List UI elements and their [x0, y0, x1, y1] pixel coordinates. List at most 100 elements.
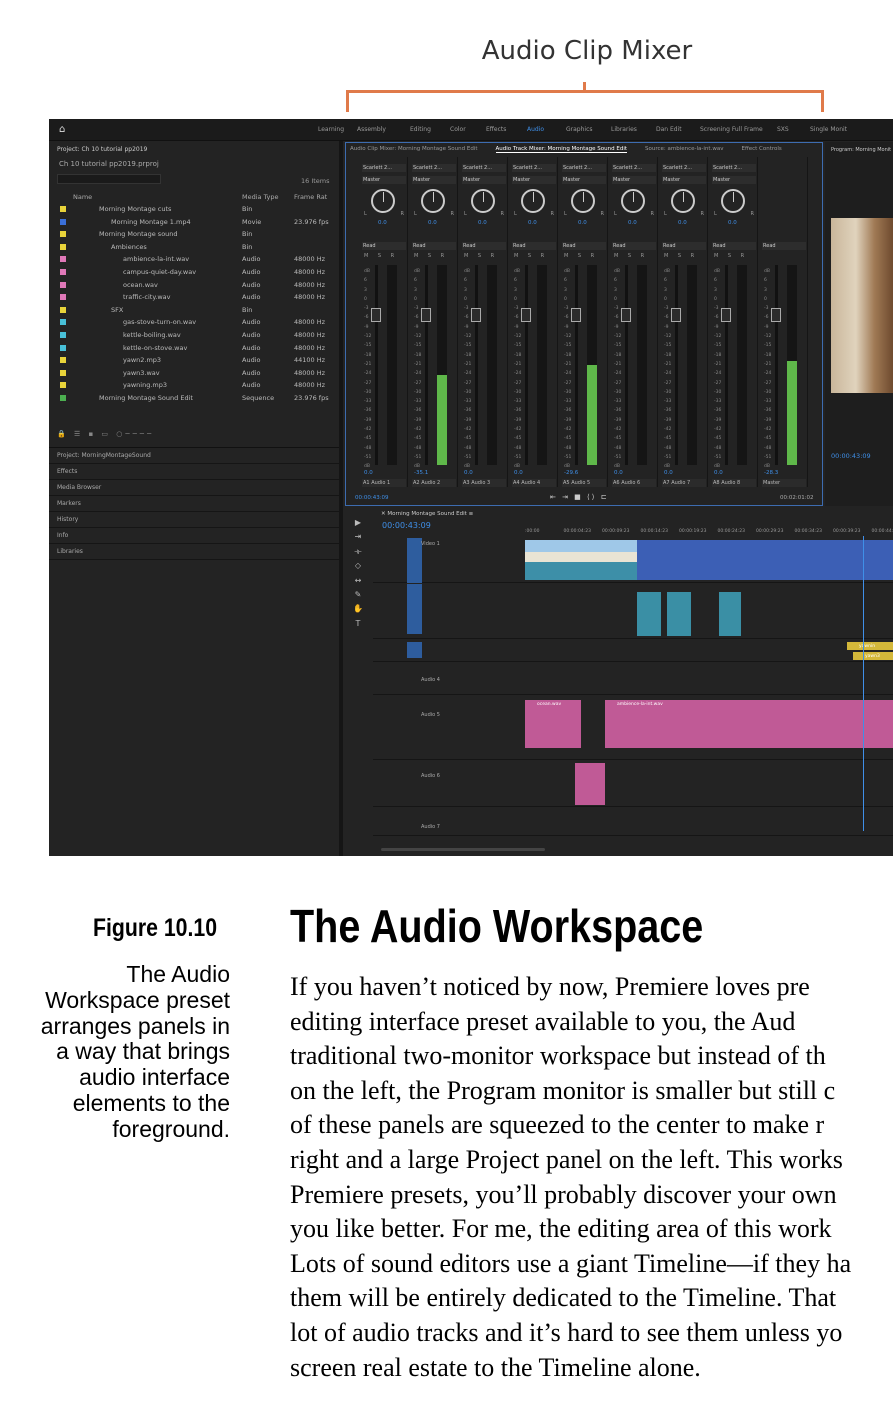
playhead[interactable]: [863, 536, 864, 831]
project-row[interactable]: Morning Montage sound Bin: [49, 229, 339, 241]
pan-knob[interactable]: [521, 189, 545, 213]
volume-fader-track[interactable]: [725, 265, 728, 465]
channel-output-select[interactable]: Master: [662, 176, 706, 184]
project-row[interactable]: SFX Bin: [49, 305, 339, 317]
column-media-type[interactable]: Media Type: [242, 193, 279, 201]
pan-knob[interactable]: [621, 189, 645, 213]
volume-fader-track[interactable]: [675, 265, 678, 465]
ambience-clip[interactable]: ambience-la-int.wav: [605, 700, 893, 748]
column-name[interactable]: Name: [73, 193, 92, 201]
automation-mode-select[interactable]: Read: [762, 242, 806, 250]
pan-value[interactable]: 0.0: [528, 220, 537, 226]
track-target-a1[interactable]: [407, 584, 422, 634]
channel-output-select[interactable]: Master: [512, 176, 556, 184]
project-row[interactable]: Morning Montage Sound Edit Sequence 23.976…: [49, 393, 339, 405]
pen-tool-icon[interactable]: ✎: [349, 588, 367, 602]
channel-output-select[interactable]: Master: [462, 176, 506, 184]
workspace-tab-effects[interactable]: Effects: [486, 126, 506, 133]
automation-mode-select[interactable]: Read: [462, 242, 506, 250]
channel-input-select[interactable]: Scarlett 2...: [612, 164, 656, 172]
pan-knob[interactable]: [571, 189, 595, 213]
hand-tool-icon[interactable]: ✋: [349, 602, 367, 616]
yawn3-clip[interactable]: yawn3: [853, 652, 893, 660]
volume-fader-track[interactable]: [525, 265, 528, 465]
pan-knob[interactable]: [471, 189, 495, 213]
workspace-tab-graphics[interactable]: Graphics: [566, 126, 593, 133]
volume-fader-handle[interactable]: [471, 308, 481, 322]
yawning-clip[interactable]: yawnin: [847, 642, 893, 650]
project-row[interactable]: kettle-boiling.wav Audio 48000 Hz: [49, 330, 339, 342]
video-clip-thumbnail[interactable]: [525, 540, 637, 580]
automation-mode-select[interactable]: Read: [712, 242, 756, 250]
pan-knob[interactable]: [671, 189, 695, 213]
razor-tool-icon[interactable]: ◇: [349, 559, 367, 573]
pan-value[interactable]: 0.0: [428, 220, 437, 226]
type-tool-icon[interactable]: T: [349, 617, 367, 631]
channel-output-select[interactable]: Master: [712, 176, 756, 184]
panel-tab-6[interactable]: Libraries: [49, 544, 339, 560]
mute-solo-record-buttons[interactable]: M S R: [514, 253, 548, 259]
volume-value[interactable]: -35.1: [414, 470, 428, 476]
mute-solo-record-buttons[interactable]: M S R: [664, 253, 698, 259]
audio-clip-1[interactable]: [637, 592, 661, 636]
workspace-tab-single-monit[interactable]: Single Monit: [810, 126, 847, 133]
volume-value[interactable]: -28.3: [764, 470, 778, 476]
channel-input-select[interactable]: Scarlett 2...: [462, 164, 506, 172]
channel-input-select[interactable]: Scarlett 2...: [562, 164, 606, 172]
column-frame-rate[interactable]: Frame Rat: [294, 193, 327, 201]
channel-input-select[interactable]: Scarlett 2...: [412, 164, 456, 172]
project-row[interactable]: Ambiences Bin: [49, 242, 339, 254]
volume-value[interactable]: 0.0: [464, 470, 473, 476]
volume-value[interactable]: 0.0: [614, 470, 623, 476]
workspace-tab-learning[interactable]: Learning: [318, 126, 344, 133]
ripple-edit-icon[interactable]: ⟛: [349, 545, 367, 559]
selection-tool-icon[interactable]: ▶: [349, 516, 367, 530]
project-toolbar[interactable]: 🔒 ☰ ▪ ▭ ○────: [57, 430, 154, 438]
pan-value[interactable]: 0.0: [478, 220, 487, 226]
mute-solo-record-buttons[interactable]: M S R: [464, 253, 498, 259]
project-row[interactable]: campus-quiet-day.wav Audio 48000 Hz: [49, 267, 339, 279]
mixer-tab-2[interactable]: Source: ambience-la-int.wav: [645, 146, 723, 152]
sfx-clip[interactable]: [575, 763, 605, 805]
workspace-tab-sxs[interactable]: SXS: [777, 126, 789, 133]
panel-divider[interactable]: [339, 141, 343, 856]
project-row[interactable]: Morning Montage cuts Bin: [49, 204, 339, 216]
workspace-tab-dan-edit[interactable]: Dan Edit: [656, 126, 682, 133]
pan-value[interactable]: 0.0: [728, 220, 737, 226]
mute-solo-record-buttons[interactable]: M S R: [714, 253, 748, 259]
automation-mode-select[interactable]: Read: [362, 242, 406, 250]
project-row[interactable]: gas-stove-turn-on.wav Audio 48000 Hz: [49, 317, 339, 329]
time-ruler[interactable]: :00:00 00:00:04:23 00:00:09:23 00:00:14:23 0…: [525, 529, 893, 537]
automation-mode-select[interactable]: Read: [662, 242, 706, 250]
project-row[interactable]: kettle-on-stove.wav Audio 48000 Hz: [49, 343, 339, 355]
mixer-tab-1[interactable]: Audio Track Mixer: Morning Montage Sound…: [495, 146, 628, 153]
workspace-tab-libraries[interactable]: Libraries: [611, 126, 637, 133]
panel-tab-1[interactable]: Effects: [49, 464, 339, 480]
slip-tool-icon[interactable]: ↔: [349, 574, 367, 588]
volume-fader-handle[interactable]: [521, 308, 531, 322]
workspace-tab-audio[interactable]: Audio: [527, 126, 544, 133]
volume-fader-handle[interactable]: [421, 308, 431, 322]
mixer-transport-controls[interactable]: ⇤ ⇥ ■ ⟨⟩ ⊏: [550, 493, 609, 501]
pan-value[interactable]: 0.0: [628, 220, 637, 226]
volume-value[interactable]: 0.0: [364, 470, 373, 476]
timeline-timecode[interactable]: 00:00:43:09: [382, 521, 431, 530]
ocean-clip[interactable]: ocean.wav: [525, 700, 581, 748]
pan-knob[interactable]: [371, 189, 395, 213]
volume-fader-track[interactable]: [425, 265, 428, 465]
automation-mode-select[interactable]: Read: [612, 242, 656, 250]
volume-fader-track[interactable]: [375, 265, 378, 465]
pan-value[interactable]: 0.0: [378, 220, 387, 226]
video-clip[interactable]: [637, 540, 893, 580]
volume-fader-handle[interactable]: [371, 308, 381, 322]
project-row[interactable]: Morning Montage 1.mp4 Movie 23.976 fps: [49, 217, 339, 229]
volume-fader-handle[interactable]: [671, 308, 681, 322]
workspace-tab-color[interactable]: Color: [450, 126, 466, 133]
timeline-scrollbar[interactable]: [381, 848, 545, 851]
channel-output-select[interactable]: Master: [362, 176, 406, 184]
automation-mode-select[interactable]: Read: [562, 242, 606, 250]
mute-solo-record-buttons[interactable]: M S R: [364, 253, 398, 259]
volume-fader-handle[interactable]: [721, 308, 731, 322]
project-row[interactable]: yawn2.mp3 Audio 44100 Hz: [49, 355, 339, 367]
volume-fader-track[interactable]: [575, 265, 578, 465]
